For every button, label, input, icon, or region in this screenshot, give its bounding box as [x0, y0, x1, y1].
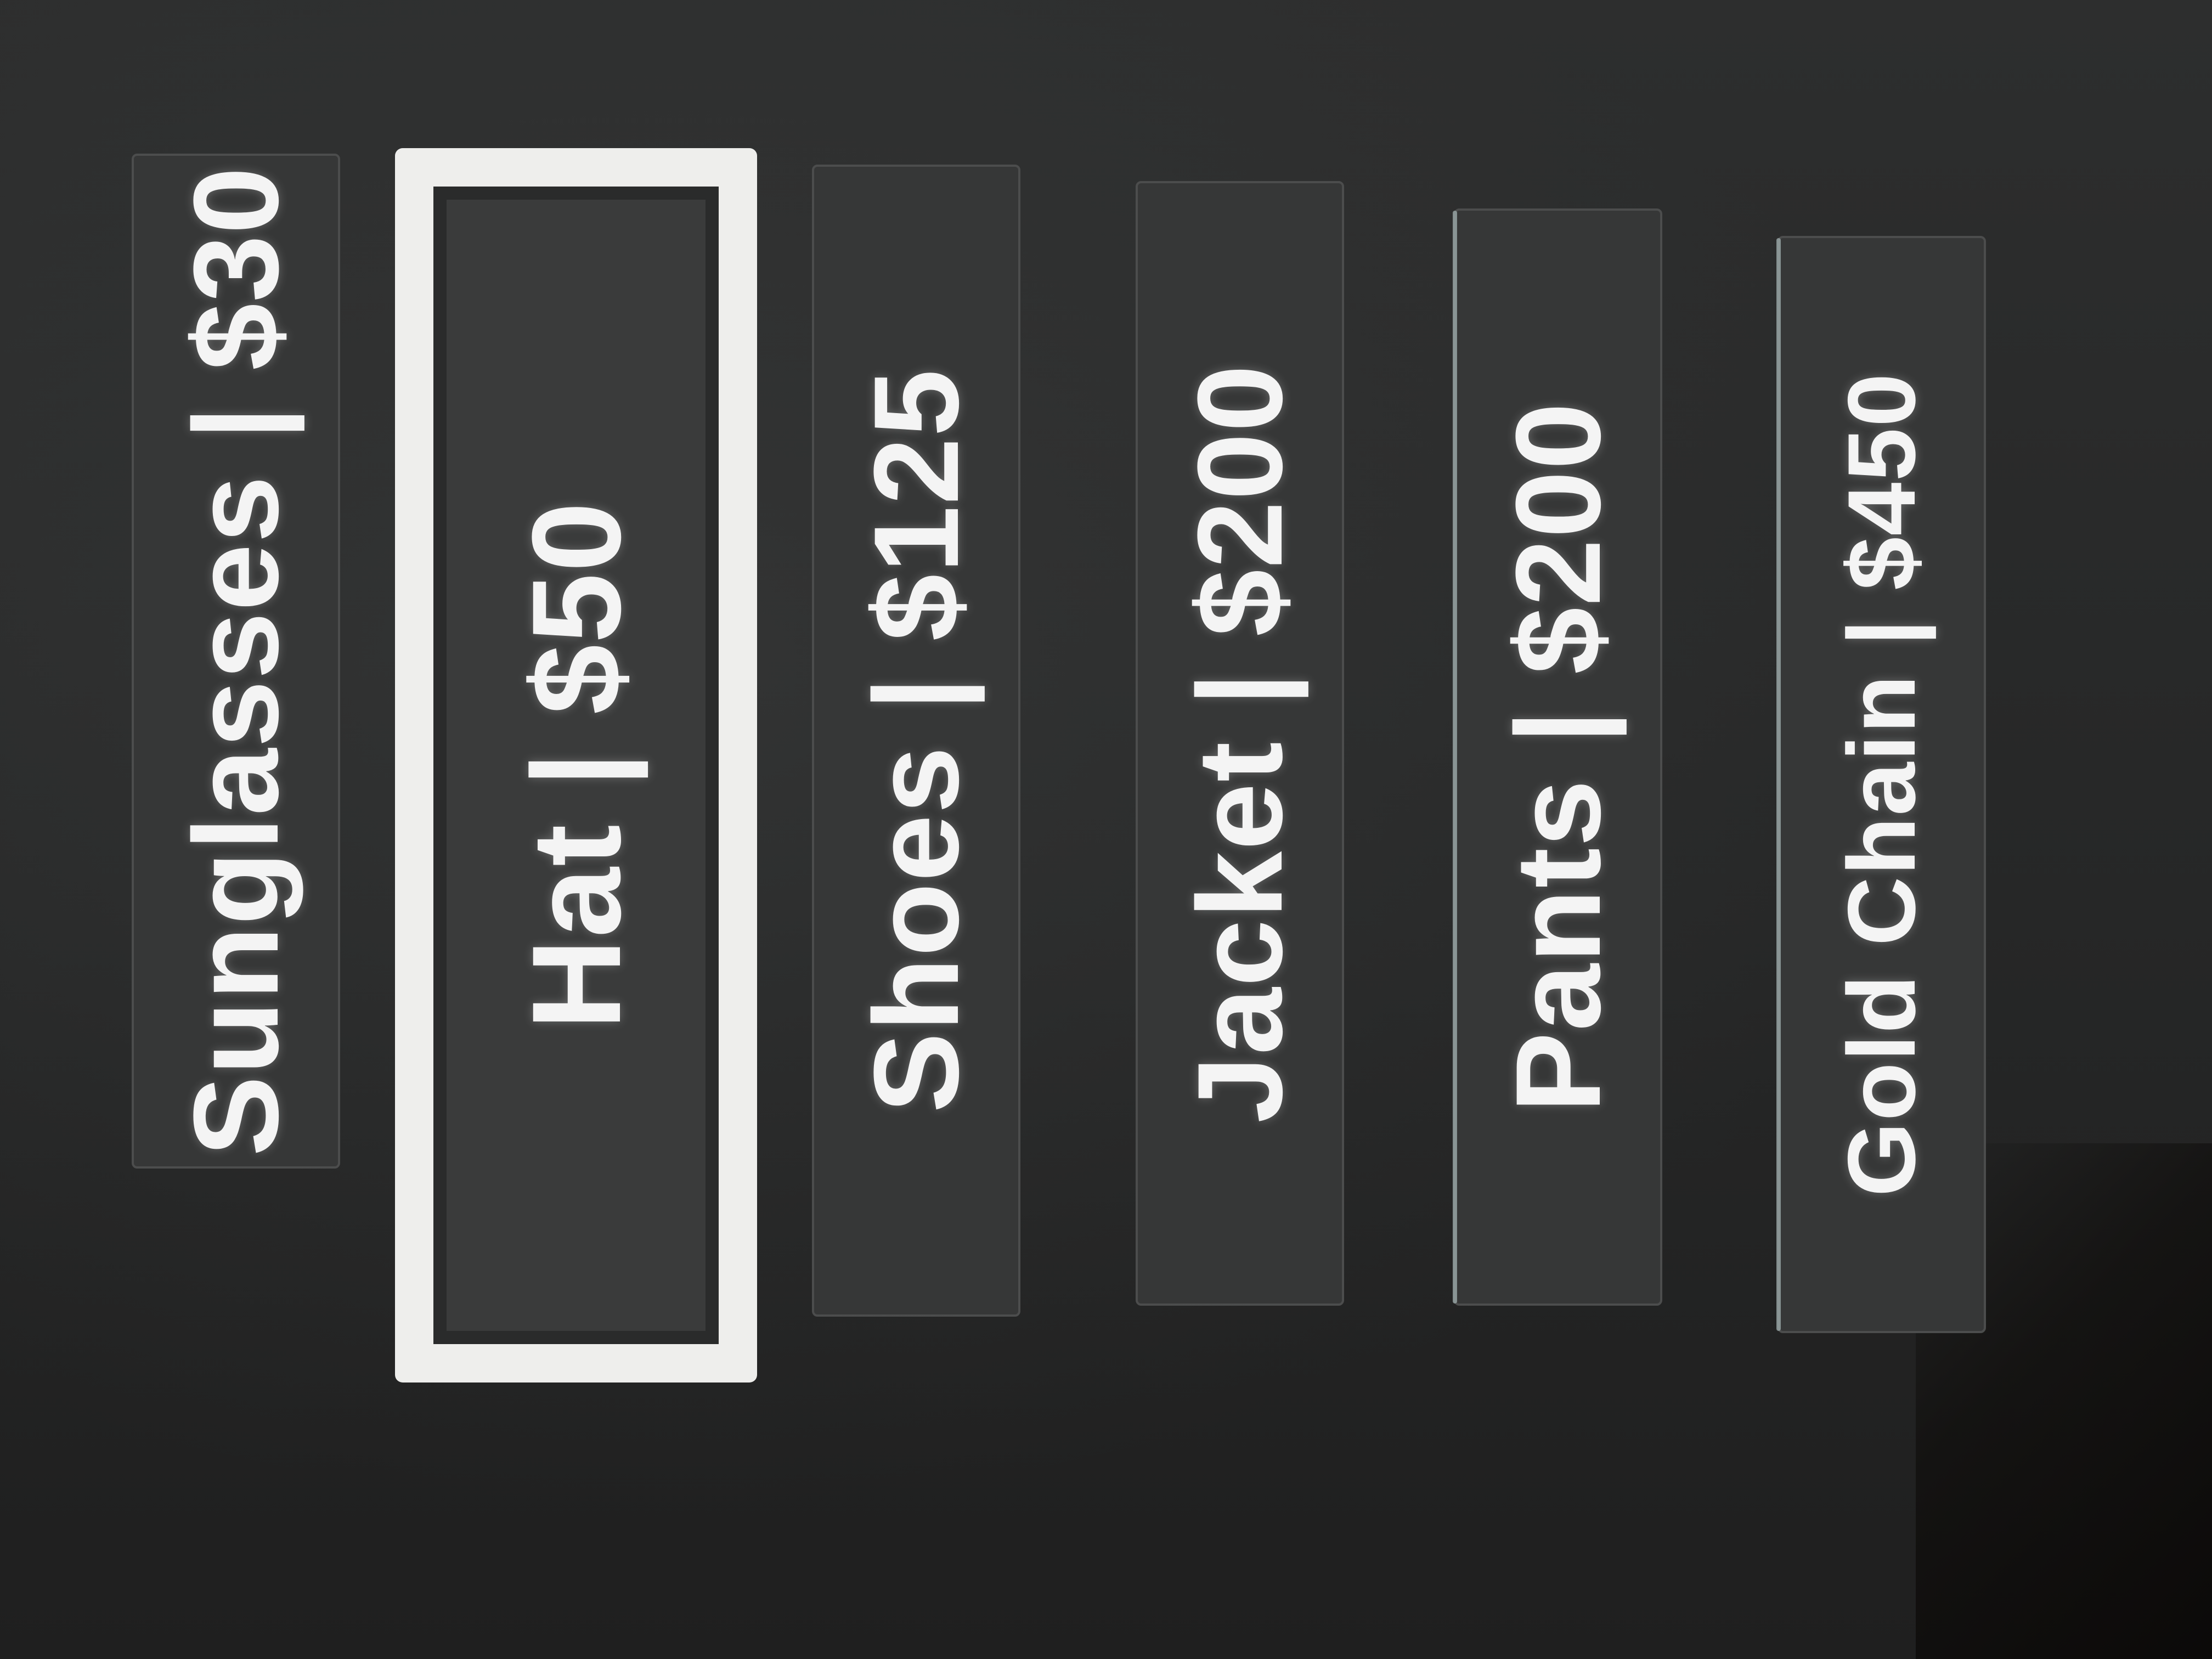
item-accent-line	[1453, 211, 1457, 1304]
shop-item-jacket[interactable]: Jacket | $200	[1136, 181, 1344, 1306]
item-accent-line	[1776, 238, 1781, 1331]
shop-item-label: Shoes | $125	[848, 368, 984, 1113]
shop-item-sunglasses[interactable]: Sunglasses | $30	[132, 154, 340, 1169]
shop-item-label: Sunglasses | $30	[168, 166, 303, 1156]
shop-menu: Sunglasses | $30 Hat | $50 Shoes | $125 …	[110, 143, 2085, 1404]
shop-item-label: Pants | $200	[1490, 401, 1626, 1113]
shop-item-pants[interactable]: Pants | $200	[1453, 208, 1662, 1306]
shop-item-label: Gold Chain | $450	[1828, 372, 1936, 1197]
shop-item-shoes[interactable]: Shoes | $125	[812, 165, 1020, 1317]
shop-item-label: Jacket | $200	[1172, 363, 1307, 1124]
game-screen: Sunglasses | $30 Hat | $50 Shoes | $125 …	[0, 0, 2212, 1659]
shop-item-label: Hat | $50	[505, 500, 647, 1030]
shop-item-gold-chain[interactable]: Gold Chain | $450	[1776, 236, 1986, 1333]
shop-item-hat[interactable]: Hat | $50	[395, 148, 757, 1383]
